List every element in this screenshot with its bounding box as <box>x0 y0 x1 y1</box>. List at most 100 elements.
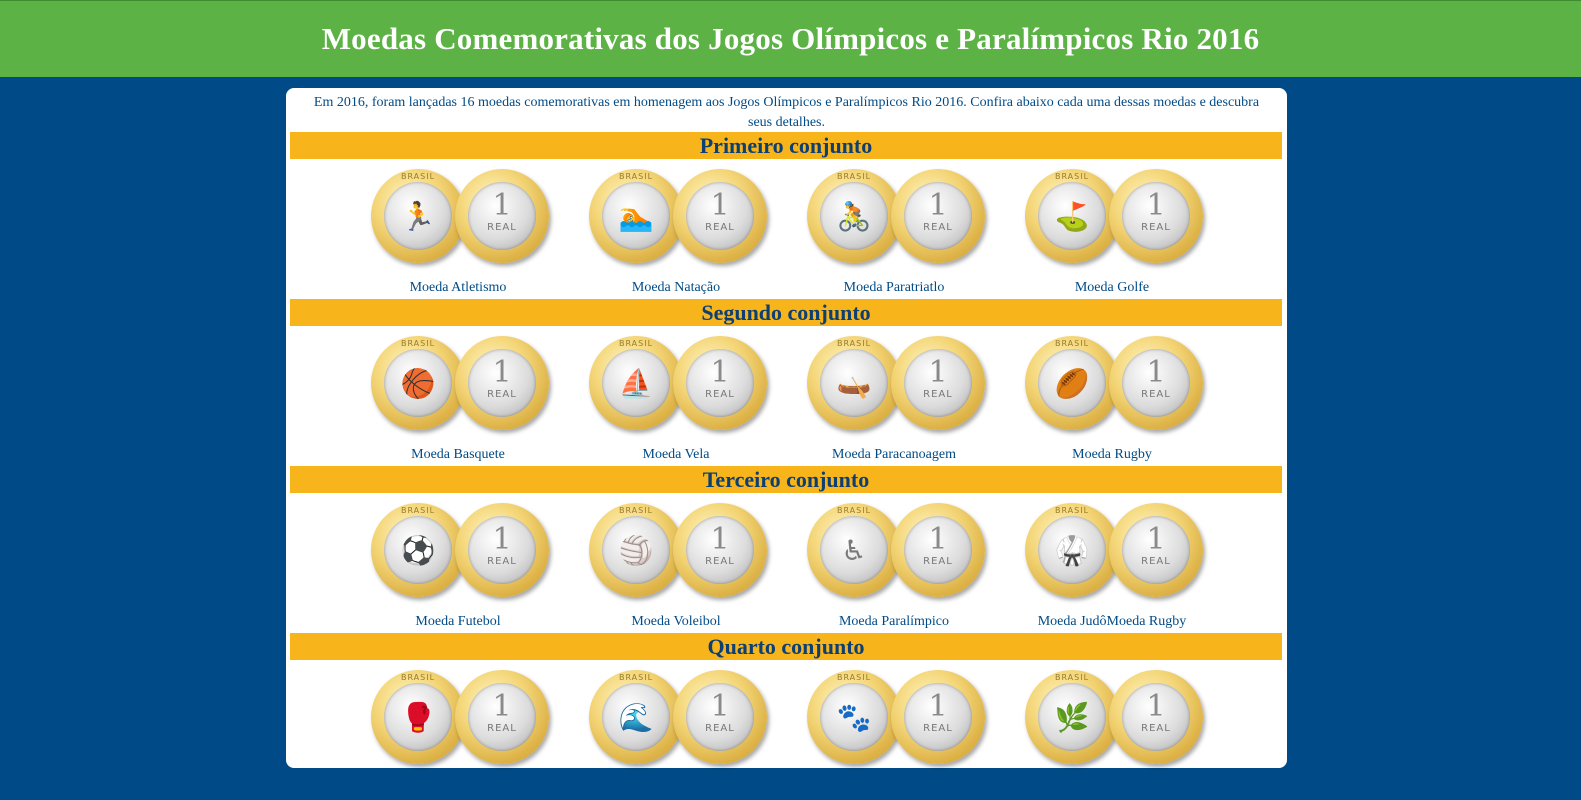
coin-brand-text: BRASIL <box>836 673 872 682</box>
coin-caption-link[interactable]: Moeda Paratriatlo <box>785 280 1003 296</box>
basketball-icon: 🏀 <box>400 366 436 400</box>
coin-image[interactable]: BRASIL 🐾 1 REAL <box>807 670 987 770</box>
coin-item[interactable]: BRASIL ♿ 1 REAL Moeda Paralímpico <box>785 493 1003 633</box>
main-content: Em 2016, foram lançadas 16 moedas comemo… <box>286 88 1287 768</box>
coin-caption-link[interactable]: Moeda Futebol <box>349 614 567 630</box>
coin-item[interactable]: BRASIL 🐾 1 REAL <box>785 660 1003 800</box>
coin-image[interactable]: BRASIL 🚴 1 REAL <box>807 169 987 269</box>
coin-item[interactable]: BRASIL 🛶 1 REAL Moeda Paracanoagem <box>785 326 1003 466</box>
coin-brand-text: BRASIL <box>400 339 436 348</box>
coin-brand-text: BRASIL <box>400 673 436 682</box>
coin-image[interactable]: BRASIL 🌊 1 REAL <box>589 670 769 770</box>
mascot-tom-icon: 🌿 <box>1054 700 1090 734</box>
coin-caption-link[interactable]: Moeda Rugby <box>1003 447 1221 463</box>
coin-brand-text: BRASIL <box>1054 506 1090 515</box>
coin-back: 1 REAL <box>455 336 549 430</box>
coin-caption-link[interactable]: Moeda Paracanoagem <box>785 447 1003 463</box>
coin-image[interactable]: BRASIL 🏐 1 REAL <box>589 503 769 603</box>
para-runner-icon: ♿ <box>841 533 867 567</box>
coin-unit-text: REAL <box>1141 222 1171 233</box>
coin-item[interactable]: BRASIL ⛵ 1 REAL Moeda Vela <box>567 326 785 466</box>
coin-center: 🌊 <box>602 683 670 751</box>
coin-unit-text: REAL <box>705 556 735 567</box>
coin-center: 🚴 <box>820 182 888 250</box>
coin-item[interactable]: BRASIL 🏀 1 REAL Moeda Basquete <box>349 326 567 466</box>
rugby-icon: 🏉 <box>1054 366 1090 400</box>
coin-caption-link[interactable]: Moeda Basquete <box>349 447 567 463</box>
coin-brand-text: BRASIL <box>400 506 436 515</box>
coin-image[interactable]: BRASIL 🛶 1 REAL <box>807 336 987 436</box>
coin-value-text: 1 <box>710 689 730 724</box>
coin-center: 1 REAL <box>686 516 754 584</box>
coin-value-text: 1 <box>1146 188 1166 223</box>
coin-image[interactable]: BRASIL 🏊 1 REAL <box>589 169 769 269</box>
coin-image[interactable]: BRASIL 🌿 1 REAL <box>1025 670 1205 770</box>
coin-center: 🛶 <box>820 349 888 417</box>
page-title: Moedas Comemorativas dos Jogos Olímpicos… <box>321 21 1260 56</box>
coin-back: 1 REAL <box>891 169 985 263</box>
coin-front: BRASIL 🚴 <box>807 169 901 263</box>
coin-front: BRASIL 🥋 <box>1025 503 1119 597</box>
coin-front: BRASIL 🛶 <box>807 336 901 430</box>
coin-item[interactable]: BRASIL 🌿 1 REAL <box>1003 660 1221 800</box>
coin-image[interactable]: BRASIL ⛳ 1 REAL <box>1025 169 1205 269</box>
coin-image[interactable]: BRASIL 🥊 1 REAL <box>371 670 551 770</box>
coin-item[interactable]: BRASIL 🏊 1 REAL Moeda Natação <box>567 159 785 299</box>
coin-center: 1 REAL <box>468 683 536 751</box>
coin-caption-link[interactable]: Moeda Voleibol <box>567 614 785 630</box>
coin-value-text: 1 <box>710 355 730 390</box>
coin-brand-text: BRASIL <box>400 172 436 181</box>
coin-image[interactable]: BRASIL ⛵ 1 REAL <box>589 336 769 436</box>
coin-front: BRASIL 🏐 <box>589 503 683 597</box>
coin-front: BRASIL 🏀 <box>371 336 465 430</box>
coin-center: ⛵ <box>602 349 670 417</box>
coin-image[interactable]: BRASIL ⚽ 1 REAL <box>371 503 551 603</box>
coin-item[interactable]: BRASIL 🥊 1 REAL <box>349 660 567 800</box>
section-title: Segundo conjunto <box>290 299 1282 326</box>
intro-text: Em 2016, foram lançadas 16 moedas comemo… <box>313 95 1260 130</box>
boxing-icon: 🥊 <box>400 700 436 734</box>
coin-value-text: 1 <box>928 355 948 390</box>
coin-unit-text: REAL <box>487 222 517 233</box>
coin-caption-link[interactable]: Moeda Natação <box>567 280 785 296</box>
coin-value-text: 1 <box>492 355 512 390</box>
coin-item[interactable]: BRASIL ⚽ 1 REAL Moeda Futebol <box>349 493 567 633</box>
coin-item[interactable]: BRASIL 🏉 1 REAL Moeda Rugby <box>1003 326 1221 466</box>
coin-image[interactable]: BRASIL 🏀 1 REAL <box>371 336 551 436</box>
coin-center: 1 REAL <box>686 182 754 250</box>
coin-unit-text: REAL <box>487 556 517 567</box>
coin-unit-text: REAL <box>1141 389 1171 400</box>
coin-center: 1 REAL <box>468 349 536 417</box>
coin-center: 🏐 <box>602 516 670 584</box>
coin-item[interactable]: BRASIL 🏃 1 REAL Moeda Atletismo <box>349 159 567 299</box>
coin-brand-text: BRASIL <box>836 172 872 181</box>
coin-image[interactable]: BRASIL 🏉 1 REAL <box>1025 336 1205 436</box>
coin-center: 1 REAL <box>904 516 972 584</box>
coin-caption-link[interactable]: Moeda Atletismo <box>349 280 567 296</box>
coin-image[interactable]: BRASIL ♿ 1 REAL <box>807 503 987 603</box>
mascot-vinicius-icon: 🐾 <box>836 700 872 734</box>
coin-item[interactable]: BRASIL 🥋 1 REAL Moeda JudôMoeda Rugby <box>1003 493 1221 633</box>
coin-caption-link[interactable]: Moeda JudôMoeda Rugby <box>1003 614 1221 630</box>
coin-value-text: 1 <box>710 188 730 223</box>
coin-item[interactable]: BRASIL 🚴 1 REAL Moeda Paratriatlo <box>785 159 1003 299</box>
coin-center: ⚽ <box>384 516 452 584</box>
coin-brand-text: BRASIL <box>618 339 654 348</box>
coin-row: BRASIL 🏀 1 REAL Moeda Basquete BRASIL ⛵ 1 REAL Mo… <box>286 326 1287 466</box>
section-title: Primeiro conjunto <box>290 132 1282 159</box>
coin-center: 🏊 <box>602 182 670 250</box>
coin-brand-text: BRASIL <box>618 506 654 515</box>
coin-image[interactable]: BRASIL 🥋 1 REAL <box>1025 503 1205 603</box>
coin-item[interactable]: BRASIL ⛳ 1 REAL Moeda Golfe <box>1003 159 1221 299</box>
coin-item[interactable]: BRASIL 🌊 1 REAL <box>567 660 785 800</box>
section-title: Terceiro conjunto <box>290 466 1282 493</box>
coin-center: 1 REAL <box>1122 182 1190 250</box>
coin-value-text: 1 <box>710 522 730 557</box>
coin-caption-link[interactable]: Moeda Golfe <box>1003 280 1221 296</box>
coin-item[interactable]: BRASIL 🏐 1 REAL Moeda Voleibol <box>567 493 785 633</box>
coin-caption-link[interactable]: Moeda Paralímpico <box>785 614 1003 630</box>
coin-center: 1 REAL <box>468 182 536 250</box>
coin-image[interactable]: BRASIL 🏃 1 REAL <box>371 169 551 269</box>
coin-brand-text: BRASIL <box>1054 172 1090 181</box>
coin-caption-link[interactable]: Moeda Vela <box>567 447 785 463</box>
